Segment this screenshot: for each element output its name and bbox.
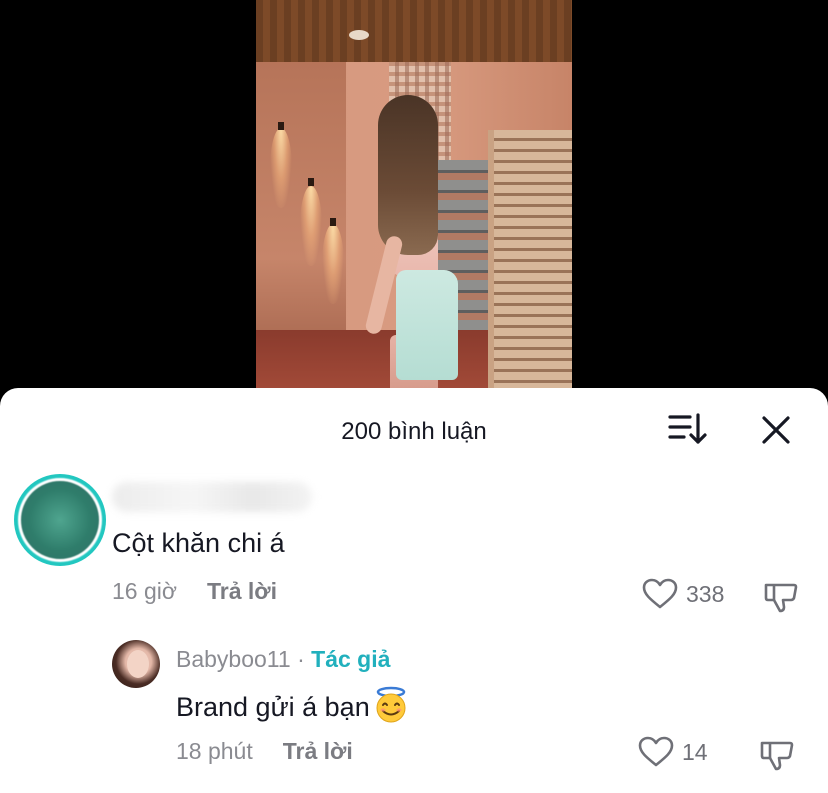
like-count: 14	[682, 738, 708, 765]
comment-meta: 16 giờ Trả lời	[112, 578, 277, 605]
video-frame-shutter	[488, 130, 572, 390]
smiling-face-with-halo-icon	[376, 686, 406, 723]
comments-sheet: 200 bình luận Cột khăn chi á 16 giờ Trả l…	[0, 388, 828, 793]
reply-time: 18 phút	[176, 738, 253, 764]
avatar[interactable]	[112, 640, 160, 688]
username-blurred[interactable]	[112, 482, 312, 512]
comment-time: 16 giờ	[112, 578, 177, 604]
video-frame-sconce	[278, 122, 284, 130]
video-frame-person	[316, 95, 458, 390]
sort-descending-icon[interactable]	[668, 412, 708, 446]
close-icon[interactable]	[758, 412, 794, 448]
reply-author-line: Babyboo11 · Tác giả	[176, 646, 390, 673]
reply-text-content: Brand gửi á bạn	[176, 691, 370, 722]
heart-icon	[642, 578, 678, 609]
video-frame-light	[270, 128, 292, 208]
video-frame-lamp	[349, 30, 369, 40]
heart-icon	[638, 736, 674, 767]
like-button[interactable]: 14	[638, 736, 708, 768]
reply-author[interactable]: Babyboo11	[176, 646, 291, 672]
like-count: 338	[686, 580, 725, 607]
dislike-icon[interactable]	[758, 736, 794, 772]
video-frame-ceiling	[256, 0, 572, 62]
reply-meta: 18 phút Trả lời	[176, 738, 353, 765]
video-frame-sconce	[308, 178, 314, 186]
avatar-face	[127, 650, 149, 678]
comment-text: Cột khăn chi á	[112, 528, 285, 558]
video-player[interactable]	[256, 0, 572, 390]
person-hair	[378, 95, 438, 255]
like-button[interactable]: 338	[642, 578, 724, 610]
avatar[interactable]	[14, 474, 106, 566]
separator-dot: ·	[297, 646, 305, 672]
person-skirt	[396, 270, 458, 380]
reply-text: Brand gửi á bạn	[176, 686, 410, 726]
reply-button[interactable]: Trả lời	[283, 738, 353, 764]
reply-button[interactable]: Trả lời	[207, 578, 277, 604]
dislike-icon[interactable]	[762, 578, 798, 614]
author-badge: Tác giả	[311, 646, 391, 672]
avatar-image	[18, 478, 102, 562]
